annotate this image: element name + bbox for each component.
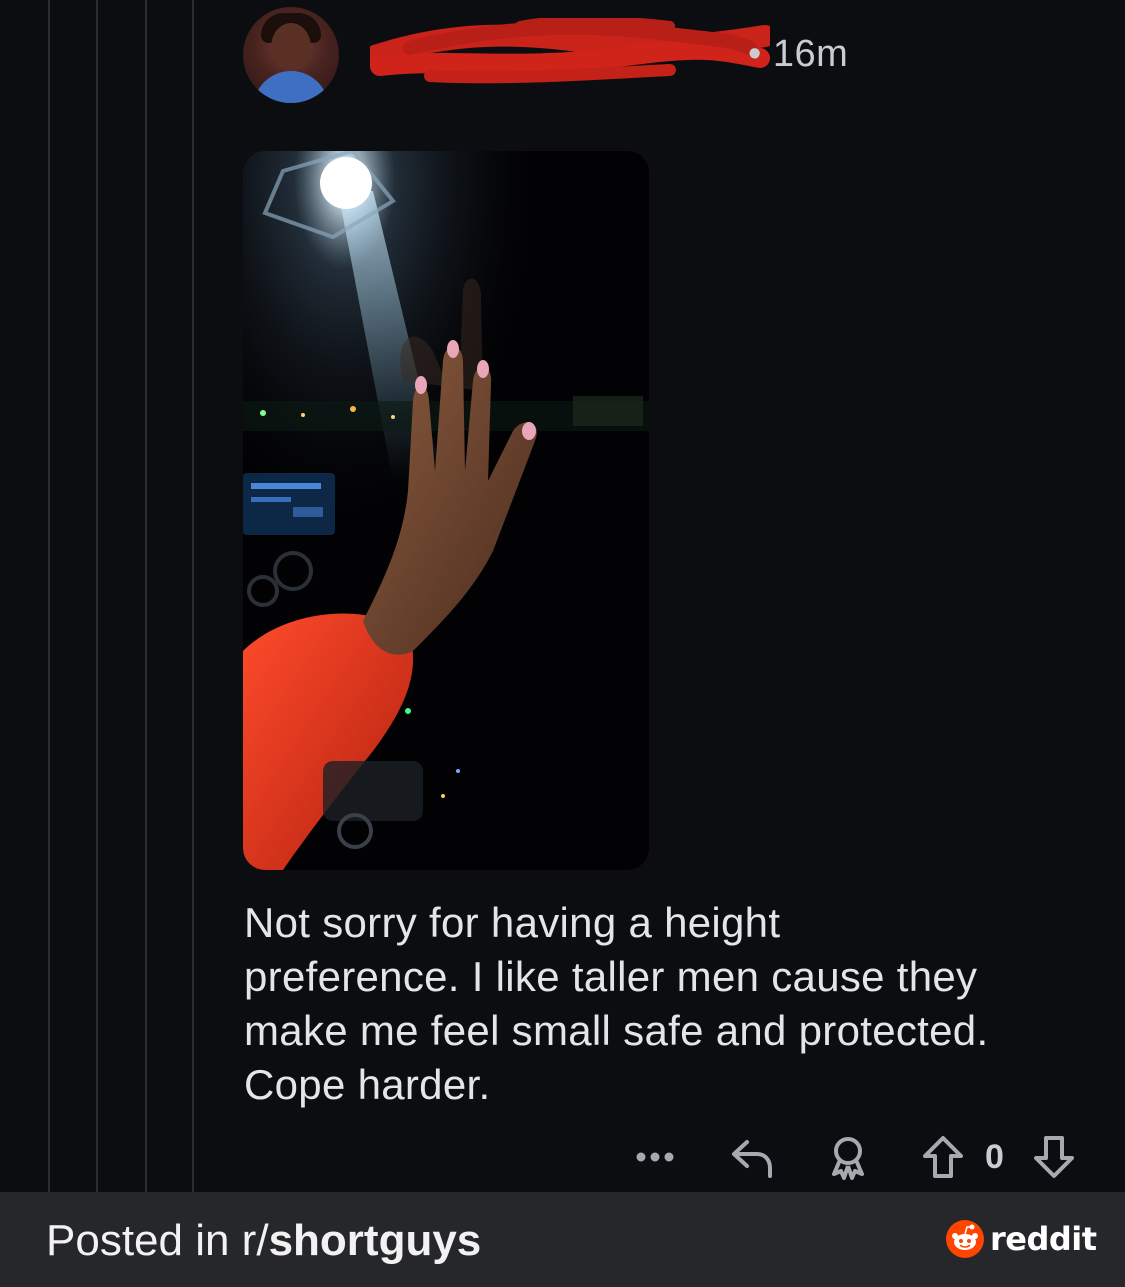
comment-timestamp: • 16m <box>748 33 849 75</box>
author-avatar[interactable] <box>243 7 339 103</box>
more-dots-icon <box>636 1152 674 1162</box>
reply-icon <box>732 1140 772 1178</box>
comment-body: Not sorry for having a height preference… <box>244 896 1104 1112</box>
downvote-button[interactable] <box>1030 1132 1078 1182</box>
posted-in-label: Posted in r/shortguys <box>46 1216 481 1266</box>
comment-line: preference. I like taller men cause they <box>244 953 978 1000</box>
reddit-snoo-icon <box>946 1220 984 1258</box>
thread-line <box>192 0 194 1192</box>
downvote-icon <box>1034 1136 1074 1178</box>
thread-line <box>145 0 147 1192</box>
reddit-logo: reddit <box>946 1220 1097 1258</box>
comment-line: Cope harder. <box>244 1061 491 1108</box>
comment-line: make me feel small safe and protected. <box>244 1007 989 1054</box>
thread-line <box>48 0 50 1192</box>
redacted-username <box>370 18 770 84</box>
reply-button[interactable] <box>728 1132 776 1182</box>
photo-hand-in-car <box>243 151 649 870</box>
upvote-icon <box>923 1136 963 1178</box>
comment-image[interactable] <box>243 151 649 870</box>
award-icon <box>832 1137 864 1180</box>
avatar-shirt <box>253 71 329 103</box>
upvote-button[interactable] <box>919 1132 967 1182</box>
more-options-button[interactable] <box>630 1132 680 1182</box>
award-button[interactable] <box>824 1132 872 1182</box>
reddit-wordmark: reddit <box>990 1220 1097 1258</box>
avatar-face <box>271 23 311 71</box>
posted-in-prefix: Posted in r/ <box>46 1216 269 1265</box>
vote-count: 0 <box>985 1138 1004 1176</box>
thread-line <box>96 0 98 1192</box>
comment-line: Not sorry for having a height <box>244 899 781 946</box>
subreddit-link[interactable]: shortguys <box>269 1216 482 1265</box>
